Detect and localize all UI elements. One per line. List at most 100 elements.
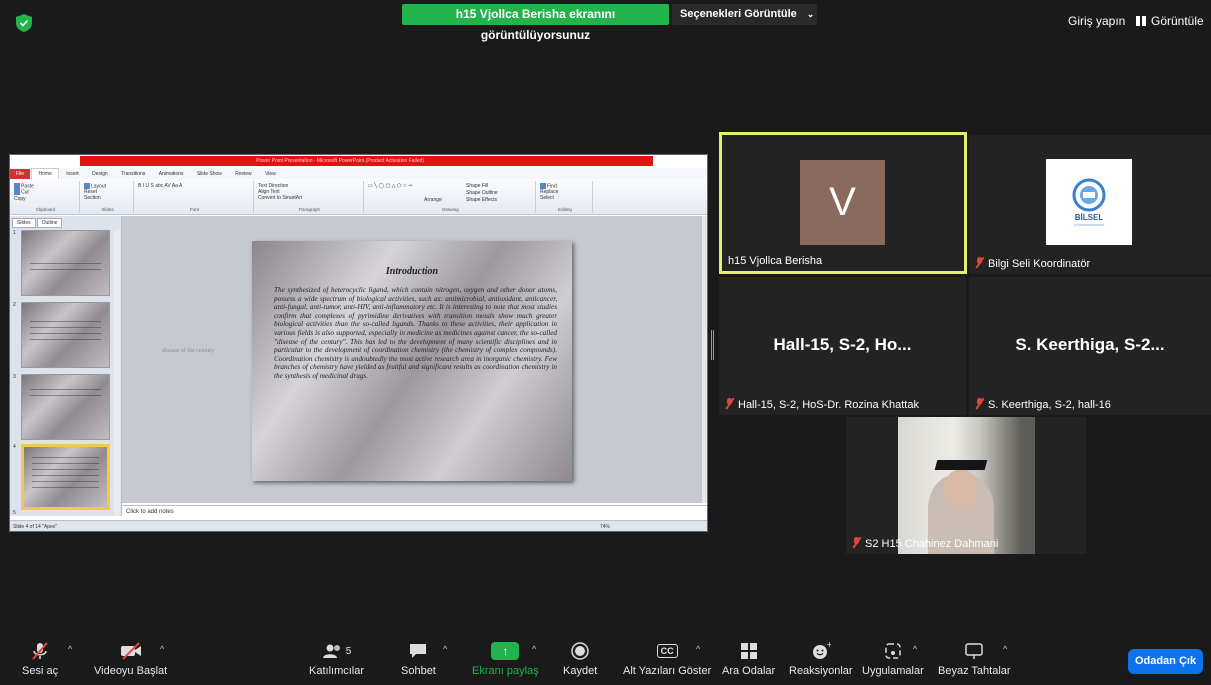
- view-label: Görüntüle: [1151, 14, 1204, 28]
- whiteboards-button[interactable]: Beyaz Tahtalar: [938, 640, 1011, 677]
- pp-clipboard-label: Clipboard: [35, 207, 56, 212]
- participant-logo: BİLSEL: [1046, 159, 1132, 245]
- pp-group-drawing: ▭ ╲ ◯ ▢ △ ⬠ ☆ ⇨ Shape Fill Shape Outline…: [366, 181, 536, 213]
- reactions-button[interactable]: + Reaksiyonlar: [789, 640, 853, 677]
- participant-video: [898, 417, 1035, 554]
- whiteboard-options-caret-icon[interactable]: ^: [1003, 644, 1007, 654]
- participant-tile[interactable]: S2 H15 Chahinez Dahmani: [846, 417, 1086, 554]
- logo-text: BİLSEL: [1075, 213, 1104, 222]
- breakout-rooms-label: Ara Odalar: [722, 665, 776, 677]
- pp-pane-scrollbar[interactable]: [114, 230, 120, 516]
- shared-screen: Power Point Presentation - Microsoft Pow…: [9, 154, 708, 532]
- reactions-label: Reaksiyonlar: [789, 665, 853, 677]
- view-button[interactable]: Görüntüle: [1136, 14, 1204, 28]
- pp-copy-button[interactable]: Copy: [14, 196, 77, 202]
- pp-font-label: Font: [189, 207, 199, 212]
- pp-pane-tab-outline[interactable]: Outline: [36, 218, 63, 228]
- participants-button[interactable]: 5 Katılımcılar: [309, 640, 364, 677]
- pp-tab-transitions[interactable]: Transitions: [115, 169, 151, 179]
- pp-tab-home[interactable]: Home: [31, 168, 59, 179]
- participant-name-row: Hall-15, S-2, HoS-Dr. Rozina Khattak: [725, 398, 919, 411]
- pp-tab-file[interactable]: File: [10, 169, 31, 179]
- breakout-rooms-button[interactable]: Ara Odalar: [722, 640, 775, 677]
- apps-label: Uygulamalar: [862, 665, 924, 677]
- pp-font-controls[interactable]: B I U S abc AV Aa A: [138, 183, 251, 189]
- whiteboards-label: Beyaz Tahtalar: [938, 665, 1011, 677]
- pp-tab-slideshow[interactable]: Slide Show: [191, 169, 228, 179]
- pp-zoom-level[interactable]: 74%: [600, 524, 610, 530]
- mic-muted-icon: [975, 257, 984, 268]
- signin-link[interactable]: Giriş yapın: [1068, 14, 1125, 28]
- split-divider-handle[interactable]: [711, 330, 714, 360]
- participant-name-row: S. Keerthiga, S-2, hall-16: [975, 398, 1111, 411]
- pp-tab-design[interactable]: Design: [86, 169, 114, 179]
- share-options-caret-icon[interactable]: ^: [532, 644, 536, 654]
- pp-select-label: Select: [540, 195, 554, 202]
- pp-shape-fill[interactable]: Shape Fill: [466, 183, 488, 189]
- pp-notes-field[interactable]: Click to add notes: [122, 505, 707, 519]
- participant-tile-active-speaker[interactable]: V h15 Vjollca Berisha: [719, 132, 967, 274]
- participant-name-row: S2 H15 Chahinez Dahmani: [852, 537, 998, 550]
- captions-options-caret-icon[interactable]: ^: [696, 644, 700, 654]
- pp-shape-fill-label: Shape Fill: [466, 183, 489, 189]
- slide-ghost-text: disease of the century: [162, 348, 215, 354]
- pp-smartart[interactable]: Convert to SmartArt: [258, 195, 361, 201]
- pp-editing-label: Editing: [558, 207, 572, 212]
- pp-section-button[interactable]: Section: [84, 195, 131, 201]
- leave-meeting-button[interactable]: Odadan Çık: [1128, 649, 1203, 674]
- participant-name: h15 Vjollca Berisha: [728, 255, 823, 267]
- participant-name: S. Keerthiga, S-2, hall-16: [988, 399, 1111, 411]
- pp-section-label: Section: [84, 195, 101, 202]
- pp-ribbon: Paste Cut Copy Clipboard Layout Reset Se…: [10, 179, 707, 215]
- pp-ribbon-tabs: File Home Insert Design Transitions Anim…: [10, 168, 707, 179]
- pp-canvas-scrollbar[interactable]: [702, 216, 707, 503]
- mic-muted-icon: [725, 398, 734, 409]
- thumb-number: 4: [13, 444, 16, 450]
- current-slide[interactable]: Introduction The synthesized of heterocy…: [252, 241, 572, 481]
- pp-slide-canvas: disease of the century Introduction The …: [122, 216, 707, 503]
- encryption-shield-icon[interactable]: [16, 14, 32, 32]
- pp-group-slides: Layout Reset Section Slides: [82, 181, 134, 213]
- start-video-button[interactable]: Videoyu Başlat: [94, 640, 167, 677]
- pp-shape-outline[interactable]: Shape Outline: [466, 190, 498, 196]
- record-button[interactable]: Kaydet: [563, 640, 597, 677]
- graduation-cap: [934, 460, 988, 470]
- pp-arrange[interactable]: Arrange: [424, 197, 442, 203]
- pp-titlebar: Power Point Presentation - Microsoft Pow…: [10, 155, 707, 168]
- participant-tile[interactable]: Hall-15, S-2, Ho... Hall-15, S-2, HoS-Dr…: [719, 277, 966, 415]
- participant-tile[interactable]: S. Keerthiga, S-2... S. Keerthiga, S-2, …: [969, 277, 1211, 415]
- audio-options-caret-icon[interactable]: ^: [68, 644, 72, 654]
- pp-shapes-gallery[interactable]: ▭ ╲ ◯ ▢ △ ⬠ ☆ ⇨: [368, 183, 533, 189]
- slide-thumbnail[interactable]: [21, 374, 110, 440]
- pp-group-clipboard: Paste Cut Copy Clipboard: [12, 181, 80, 213]
- pp-tab-review[interactable]: Review: [229, 169, 257, 179]
- start-video-label: Videoyu Başlat: [94, 665, 168, 677]
- pp-drawing-label: Drawing: [442, 207, 459, 212]
- participant-count: 5: [345, 645, 352, 657]
- slide-thumbnail-active[interactable]: [21, 444, 110, 510]
- view-options-dropdown[interactable]: Seçenekleri Görüntüle ⌄: [672, 4, 817, 25]
- participants-label: Katılımcılar: [309, 665, 365, 677]
- video-options-caret-icon[interactable]: ^: [160, 644, 164, 654]
- pp-shape-outline-label: Shape Outline: [466, 190, 498, 196]
- share-screen-button[interactable]: ↑ Ekranı paylaş: [472, 640, 539, 677]
- pp-pane-tab-slides[interactable]: Slides: [12, 218, 36, 228]
- mic-muted-icon: [852, 537, 861, 548]
- chat-options-caret-icon[interactable]: ^: [443, 644, 447, 654]
- chat-button[interactable]: Sohbet: [401, 640, 436, 677]
- pp-tab-animations[interactable]: Animations: [153, 169, 190, 179]
- slide-thumbnail[interactable]: [21, 230, 110, 296]
- unmute-button[interactable]: Sesi aç: [22, 640, 58, 677]
- slide-thumbnail[interactable]: [21, 302, 110, 368]
- pp-shape-effects[interactable]: Shape Effects: [466, 197, 497, 203]
- pp-tab-insert[interactable]: Insert: [60, 169, 85, 179]
- pp-shape-effects-label: Shape Effects: [466, 197, 498, 203]
- chat-label: Sohbet: [401, 665, 436, 677]
- apps-options-caret-icon[interactable]: ^: [913, 644, 917, 654]
- pp-select[interactable]: Select: [540, 195, 590, 201]
- paste-icon: [14, 183, 20, 189]
- participant-name-row: Bilgi Seli Koordinatör: [975, 257, 1090, 270]
- participant-display-name: Hall-15, S-2, Ho...: [773, 335, 912, 354]
- participant-tile[interactable]: BİLSEL Bilgi Seli Koordinatör: [969, 135, 1211, 274]
- pp-tab-view[interactable]: View: [259, 169, 282, 179]
